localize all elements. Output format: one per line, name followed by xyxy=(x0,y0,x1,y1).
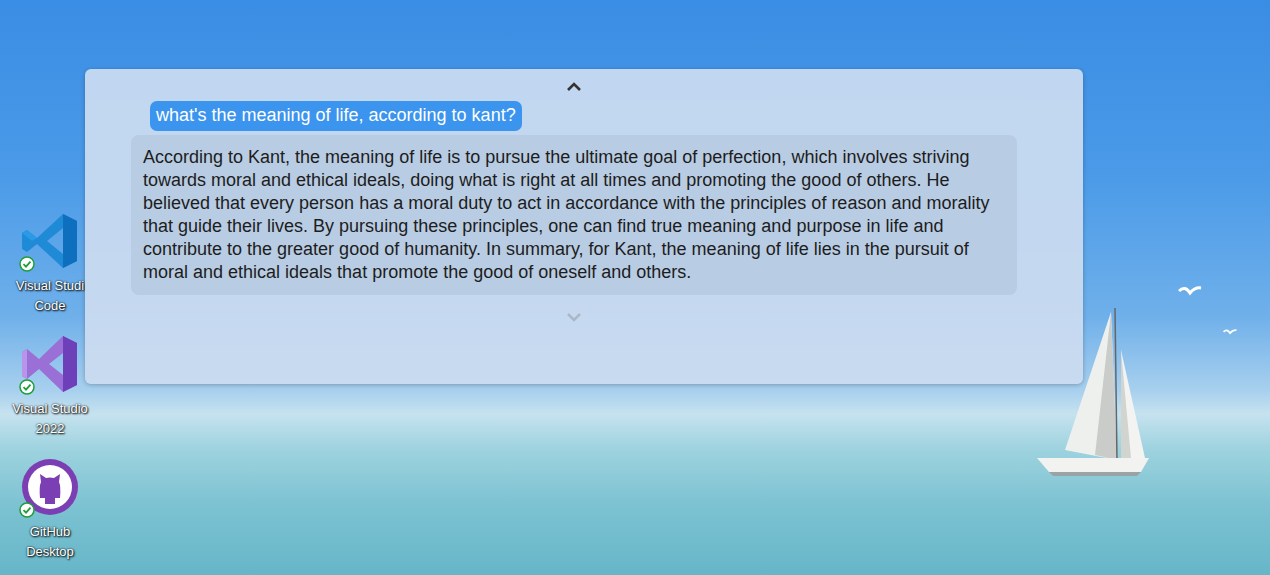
assistant-message: According to Kant, the meaning of life i… xyxy=(131,135,1017,295)
shortcut-label[interactable]: Visual Studi Code xyxy=(7,276,93,316)
desktop: Visual Studi Code Visual Studio 2022 GitHu… xyxy=(0,0,1270,575)
seagull-icon xyxy=(1223,328,1237,337)
shortcut-label[interactable]: GitHub Desktop xyxy=(7,522,93,562)
sync-check-icon xyxy=(19,379,35,395)
chevron-up-icon[interactable] xyxy=(565,81,583,93)
chat-panel: what's the meaning of life, according to… xyxy=(85,69,1083,384)
user-message: what's the meaning of life, according to… xyxy=(150,101,522,131)
sync-check-icon xyxy=(19,502,35,518)
message-list: what's the meaning of life, according to… xyxy=(131,101,1017,295)
seagull-icon xyxy=(1178,285,1202,299)
shortcut-icon-box[interactable] xyxy=(19,333,81,395)
desktop-shortcut[interactable]: GitHub Desktop xyxy=(0,456,100,575)
chevron-down-icon[interactable] xyxy=(565,311,583,323)
sync-check-icon xyxy=(19,256,35,272)
shortcut-icon-box[interactable] xyxy=(19,456,81,518)
shortcut-label[interactable]: Visual Studio 2022 xyxy=(7,399,93,439)
shortcut-icon-box[interactable] xyxy=(19,210,81,272)
